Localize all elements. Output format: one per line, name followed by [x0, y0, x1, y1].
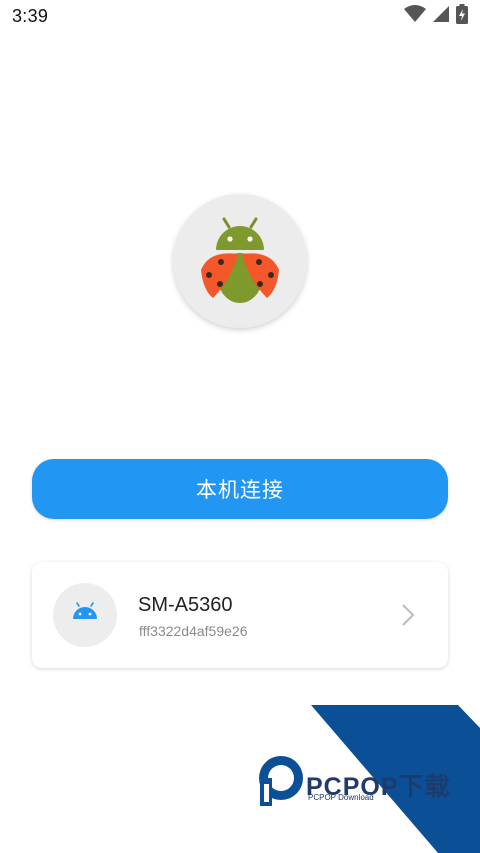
device-serial: fff3322d4af59e26 — [139, 623, 248, 639]
device-avatar — [53, 583, 117, 647]
app-logo — [173, 194, 307, 328]
ladybug-android-icon — [201, 217, 279, 303]
status-icons — [404, 3, 468, 29]
status-time: 3:39 — [12, 5, 49, 26]
battery-charging-icon — [456, 3, 468, 29]
status-bar: 3:39 — [0, 0, 480, 32]
watermark-title: PCPOP下载 — [306, 773, 451, 801]
watermark-subtitle: PCPOP Download — [308, 793, 374, 802]
device-list-item[interactable]: SM-A5360 fff3322d4af59e26 — [32, 562, 448, 668]
local-connect-button[interactable]: 本机连接 — [32, 459, 448, 519]
watermark-band — [259, 705, 480, 853]
android-icon — [73, 602, 97, 619]
signal-icon — [432, 5, 450, 28]
chevron-right-icon — [402, 604, 415, 626]
device-name: SM-A5360 — [138, 594, 233, 616]
watermark: PCPOP下载 PCPOP Download — [0, 0, 480, 853]
local-connect-label: 本机连接 — [196, 479, 284, 502]
wifi-icon — [404, 4, 426, 28]
